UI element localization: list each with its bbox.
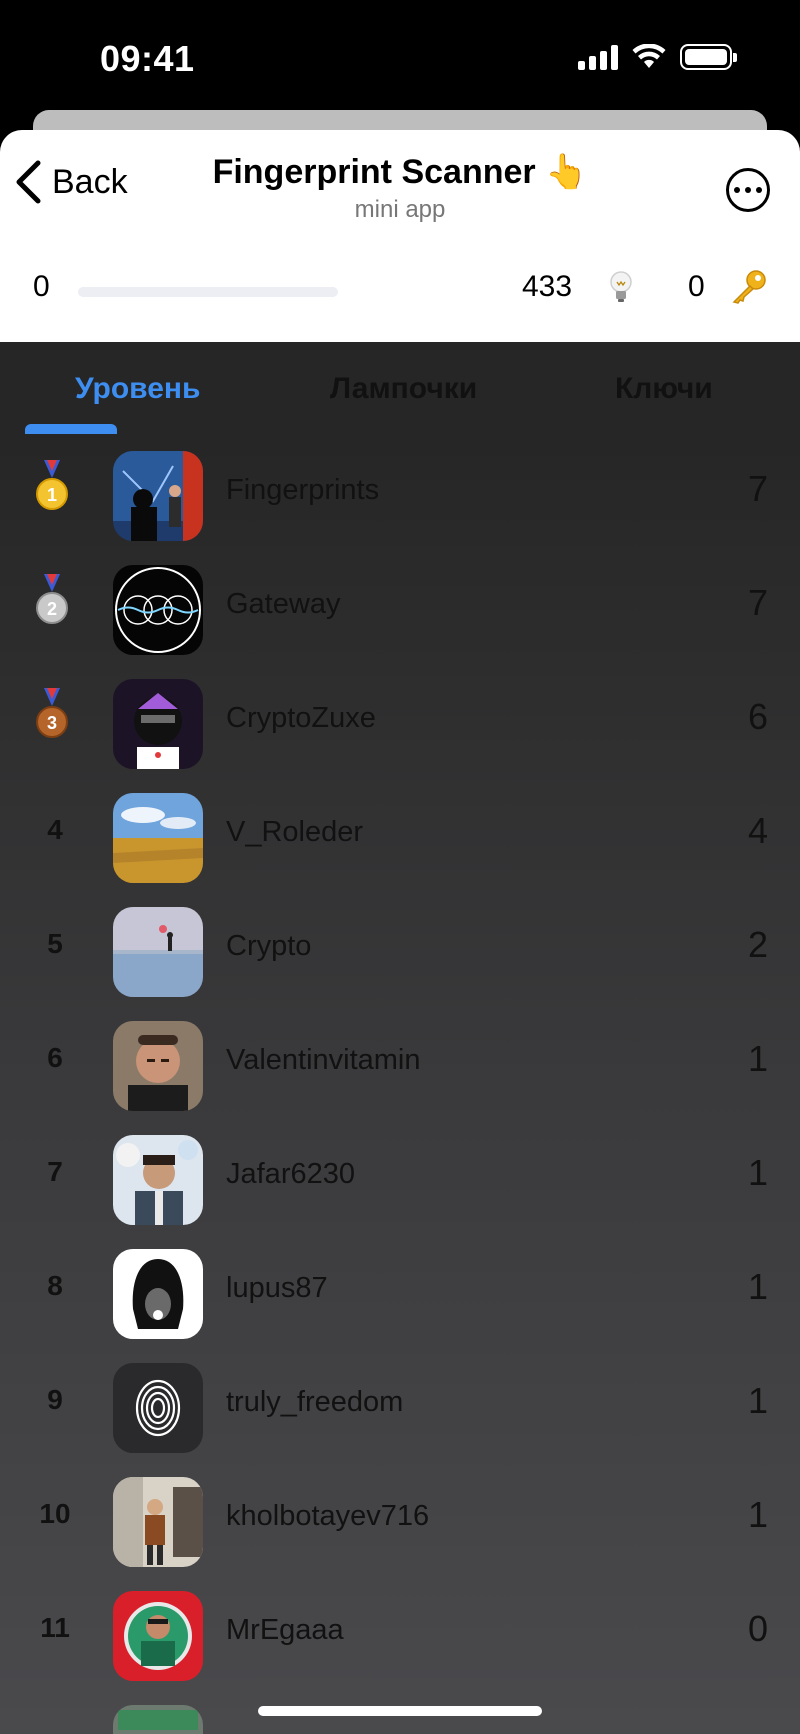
title-block: Fingerprint Scanner 👆 mini app [0,152,800,224]
player-name: lupus87 [226,1272,328,1304]
player-name: CryptoZuxe [226,702,376,734]
list-item[interactable]: 7 Jafar6230 1 [0,1120,800,1234]
player-score: 2 [747,924,768,965]
avatar [113,793,203,883]
active-tab-indicator [25,424,117,434]
player-score: 7 [747,468,768,509]
svg-text:1: 1 [47,485,57,505]
rank-number: 4 [47,814,63,845]
more-options-button[interactable] [726,168,770,212]
list-item[interactable]: 10 kholbotayev716 1 [0,1462,800,1576]
rank-number: 5 [47,928,63,959]
svg-text:2: 2 [47,599,57,619]
status-icons [578,44,737,70]
player-name: truly_freedom [226,1386,404,1418]
svg-text:3: 3 [47,713,57,733]
player-score: 1 [747,1494,768,1535]
stats-bar: 0 433 0 [0,265,800,315]
battery-icon [680,44,737,70]
rank-number: 6 [47,1042,63,1073]
avatar [113,1021,203,1111]
list-item[interactable]: 9 truly_freedom 1 [0,1348,800,1462]
list-item[interactable]: 4 V_Roleder 4 [0,778,800,892]
level-progress-bar [78,287,338,297]
leaderboard-list: 1 Fingerprints 7 2 Gateway 7 3 CryptoZux… [0,436,800,1734]
app-title: Fingerprint Scanner 👆 [212,153,588,191]
player-name: V_Roleder [226,816,364,848]
rank-number: 9 [47,1384,63,1415]
list-item[interactable]: 6 Valentinvitamin 1 [0,1006,800,1120]
player-name: Fingerprints [226,474,380,506]
player-score: 4 [747,810,768,851]
list-item[interactable]: 11 MrEgaaa 0 [0,1576,800,1690]
rank-number: 10 [39,1498,71,1529]
player-name: Valentinvitamin [226,1044,421,1076]
list-item[interactable]: 8 lupus87 1 [0,1234,800,1348]
list-item[interactable]: 5 Crypto 2 [0,892,800,1006]
rank-number: 7 [47,1156,63,1187]
avatar [113,451,203,541]
list-item[interactable]: 1 Fingerprints 7 [0,436,800,550]
status-bar: 09:41 [0,0,800,110]
player-name: MrEgaaa [226,1614,344,1646]
avatar [113,565,203,655]
player-score: 0 [747,1608,768,1649]
gold-medal-icon: 1 [36,460,68,510]
rank-number: 8 [47,1270,63,1301]
player-score: 1 [747,1266,768,1307]
status-time: 09:41 [100,38,195,79]
key-icon [732,270,766,304]
player-score: 1 [747,1038,768,1079]
wifi-icon [632,44,666,68]
avatar [113,1249,203,1339]
cellular-signal-icon [578,44,618,70]
avatar [113,1705,203,1734]
level-value: 0 [33,270,50,303]
player-score: 1 [747,1380,768,1421]
avatar [113,679,203,769]
lightbulb-icon [610,271,632,302]
player-name: Crypto [226,930,312,962]
app-subtitle: mini app [354,196,446,223]
avatar [113,1477,203,1567]
list-item[interactable]: 3 CryptoZuxe 6 [0,664,800,778]
list-item[interactable]: 2 Gateway 7 [0,550,800,664]
app-header: Back Fingerprint Scanner 👆 mini app 0 43… [0,130,800,342]
silver-medal-icon: 2 [36,574,68,624]
home-indicator [258,1706,542,1716]
player-score: 7 [747,582,768,623]
avatar [113,1591,203,1681]
rank-number: 11 [40,1612,70,1643]
avatar [113,1363,203,1453]
bronze-medal-icon: 3 [36,688,68,738]
player-name: kholbotayev716 [226,1500,430,1532]
keys-count: 0 [688,270,705,303]
tab-bulbs[interactable]: Лампочки [330,372,477,406]
player-name: Gateway [226,588,341,620]
tab-bar: Уровень Лампочки Ключи [0,342,800,436]
player-name: Jafar6230 [226,1158,355,1190]
tab-keys[interactable]: Ключи [615,372,713,406]
tab-level[interactable]: Уровень [75,372,200,406]
avatar [113,1135,203,1225]
player-score: 6 [747,696,768,737]
avatar [113,907,203,997]
bulbs-count: 433 [522,270,573,303]
player-score: 1 [747,1152,768,1193]
